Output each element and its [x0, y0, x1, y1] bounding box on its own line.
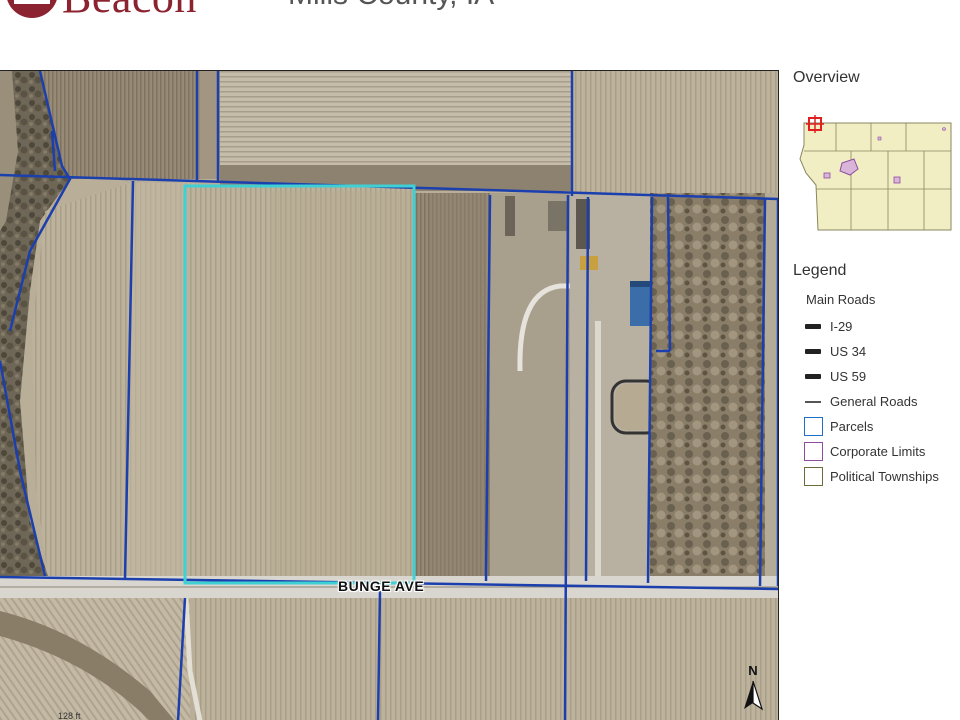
townships-box-icon	[803, 467, 823, 487]
courthouse-seal-icon	[7, 0, 57, 18]
road-line-icon	[803, 392, 823, 412]
legend-item-i29: I-29	[803, 314, 960, 339]
map-canvas[interactable]	[0, 71, 779, 720]
legend-item-label: US 34	[830, 344, 867, 359]
legend-main-roads-label: Main Roads	[806, 292, 876, 307]
legend-item-label: Corporate Limits	[830, 444, 926, 459]
legend-item-political-townships: Political Townships	[803, 464, 960, 489]
legend-item-parcels: Parcels	[803, 414, 960, 439]
beacon-logo[interactable]: Beacon	[4, 0, 197, 23]
location-marker-icon	[806, 115, 824, 133]
legend-item-label: Political Townships	[830, 469, 939, 484]
legend-item-label: I-29	[830, 319, 853, 334]
legend-item-label: General Roads	[830, 394, 918, 409]
legend-item-label: US 59	[830, 369, 867, 384]
overview-heading: Overview	[793, 69, 860, 86]
county-title: Mills County, IA	[288, 0, 494, 12]
aerial-map[interactable]: BUNGE AVE 128 ft N	[0, 70, 779, 720]
corporate-limits-box-icon	[803, 442, 823, 462]
north-arrow-icon: N	[738, 663, 768, 720]
road-symbol-icon	[803, 342, 823, 362]
legend-item-us34: US 34	[803, 339, 960, 364]
legend-item-us59: US 59	[803, 364, 960, 389]
road-symbol-icon	[803, 317, 823, 337]
road-label-bunge-ave: BUNGE AVE	[338, 578, 425, 594]
legend-heading: Legend	[793, 262, 847, 279]
road-symbol-icon	[803, 367, 823, 387]
logo-text: Beacon	[62, 0, 197, 23]
legend-list: I-29 US 34 US 59 General Roads Parcels C…	[803, 314, 960, 489]
parcel-box-icon	[803, 417, 823, 437]
legend-item-corporate-limits: Corporate Limits	[803, 439, 960, 464]
overview-map[interactable]	[796, 115, 960, 235]
legend-item-label: Parcels	[830, 419, 874, 434]
legend-item-general-roads: General Roads	[803, 389, 960, 414]
scale-bar-text: 128 ft	[58, 711, 81, 720]
map-sidebar: Overview Legend Main Roads I-29 US 34 US…	[786, 60, 960, 720]
header: Beacon Mills County, IA	[0, 0, 960, 60]
